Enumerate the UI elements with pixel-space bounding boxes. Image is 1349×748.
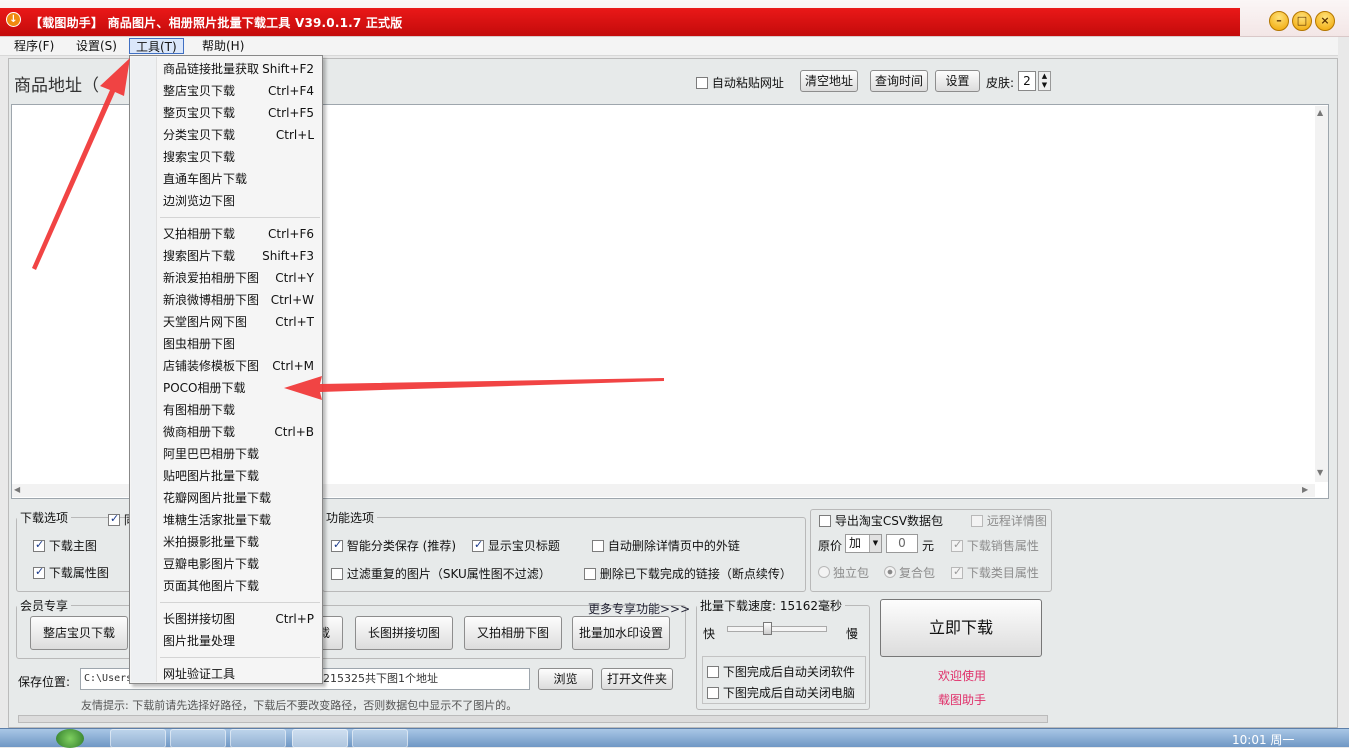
- taskbar-folder-icon[interactable]: [170, 729, 226, 748]
- taskbar-app-icon[interactable]: [230, 729, 286, 748]
- red-arrow-to-poco: [284, 376, 664, 400]
- red-arrow-to-menu: [32, 58, 130, 270]
- clock: 10:01 周一: [1232, 733, 1295, 747]
- taskbar-zaitu-icon[interactable]: [292, 729, 348, 748]
- annotation-arrows: [32, 58, 664, 400]
- start-orb-icon[interactable]: [56, 729, 84, 748]
- taskbar-ie-icon[interactable]: [110, 729, 166, 748]
- taskbar: 10:01 周一: [0, 728, 1349, 748]
- taskbar-avatar-icon[interactable]: [352, 729, 408, 748]
